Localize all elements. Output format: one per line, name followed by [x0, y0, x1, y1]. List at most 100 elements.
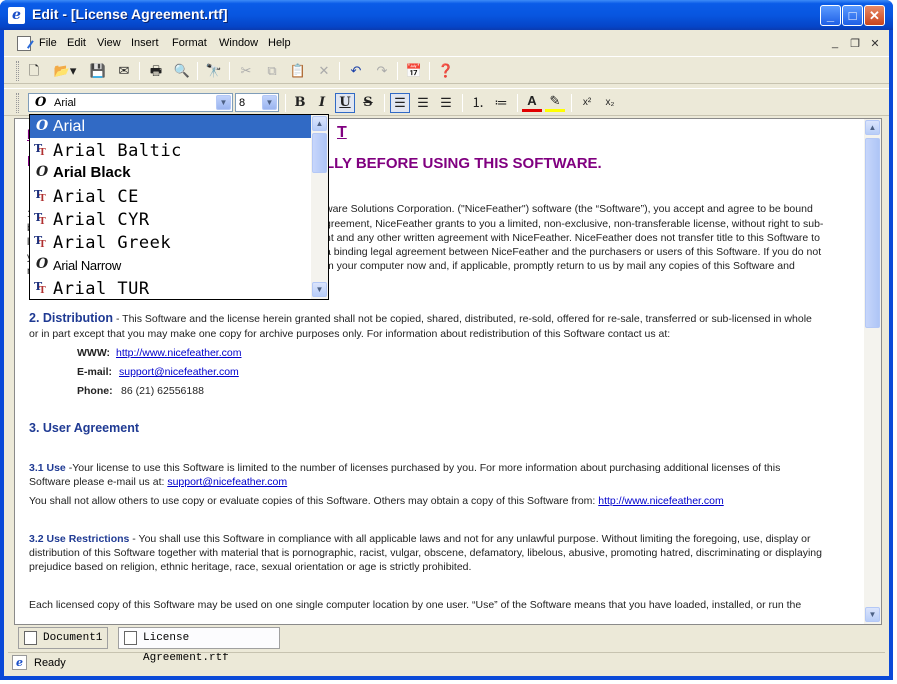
font-option-arial[interactable]: O Arial — [30, 115, 311, 138]
help-icon[interactable]: ❓ — [436, 61, 456, 81]
new-icon[interactable]: 🗋 — [24, 61, 44, 81]
sec2-heading: 2. Distribution — [29, 311, 114, 325]
toolbar-separator — [339, 62, 340, 80]
sec2-line2: or in part except that you may make one … — [29, 328, 671, 340]
font-name-combobox[interactable]: O Arial ▼ — [28, 93, 233, 112]
document-tabs: Document1 License Agreement.rtf — [14, 627, 882, 664]
scroll-up-icon[interactable]: ▲ — [312, 116, 327, 131]
font-option-arial-greek[interactable]: TT Arial Greek — [30, 230, 311, 253]
font-option-arial-ce[interactable]: TT Arial CE — [30, 184, 311, 207]
tab-label: Document1 — [43, 632, 103, 644]
align-center-icon[interactable]: ☰ — [413, 93, 433, 113]
subscript-icon[interactable]: x₂ — [600, 93, 620, 113]
find-icon[interactable]: 🔭 — [204, 61, 224, 81]
title-bar[interactable]: e Edit - [License Agreement.rtf] _ □ ✕ — [0, 0, 893, 30]
menu-insert[interactable]: Insert — [131, 37, 159, 49]
font-option-arial-cyr[interactable]: TT Arial CYR — [30, 207, 311, 230]
sec31-website-link[interactable]: http://www.nicefeather.com — [598, 495, 723, 507]
truetype-icon: T — [39, 286, 46, 296]
app-icon[interactable]: e — [8, 7, 25, 24]
toolbar-separator — [384, 94, 385, 112]
underline-icon[interactable]: U — [335, 93, 355, 113]
final-para: Each licensed copy of this Software may … — [29, 599, 802, 611]
menu-format[interactable]: Format — [172, 37, 207, 49]
toolbar-grip[interactable] — [16, 61, 19, 81]
standard-toolbar: 🗋 📂▾ 💾 ✉ 🖶 🔍 🔭 ✂ ⧉ 📋 ✕ ↶ ↷ 📅 ❓ — [4, 56, 889, 84]
tab-document1[interactable]: Document1 — [18, 627, 108, 649]
menu-window[interactable]: Window — [219, 37, 258, 49]
sec31-para: 3.1 Use -Your license to use this Softwa… — [29, 461, 780, 476]
mdi-restore-button[interactable]: ❐ — [847, 37, 863, 51]
print-preview-icon[interactable]: 🔍 — [172, 61, 192, 81]
font-option-arial-narrow[interactable]: O Arial Narrow — [30, 253, 311, 276]
sec31-email-link[interactable]: support@nicefeather.com — [167, 476, 287, 488]
font-size-combobox[interactable]: 8 ▼ — [235, 93, 279, 112]
toolbar-separator — [197, 62, 198, 80]
email-icon[interactable]: ✉ — [114, 61, 134, 81]
open-icon[interactable]: 📂▾ — [50, 61, 80, 81]
sec1-line5: m your computer now and, if applicable, … — [325, 260, 795, 272]
font-dropdown-list[interactable]: O Arial TT Arial Baltic O Arial Black TT… — [29, 114, 329, 300]
menu-help[interactable]: Help — [268, 37, 291, 49]
copy-icon[interactable]: ⧉ — [262, 61, 282, 81]
close-button[interactable]: ✕ — [864, 5, 885, 26]
menu-file[interactable]: File — [39, 37, 57, 49]
www-link[interactable]: http://www.nicefeather.com — [116, 346, 241, 361]
toolbar-separator — [517, 94, 518, 112]
bold-icon[interactable]: B — [290, 93, 310, 113]
font-option-label: Arial CYR — [53, 210, 150, 230]
print-icon[interactable]: 🖶 — [146, 61, 166, 81]
italic-icon[interactable]: I — [312, 93, 332, 113]
email-link[interactable]: support@nicefeather.com — [119, 365, 239, 380]
vertical-scrollbar[interactable]: ▲ ▼ — [864, 119, 881, 624]
undo-icon[interactable]: ↶ — [346, 61, 366, 81]
phone-value: 86 (21) 62556188 — [121, 385, 204, 397]
date-time-icon[interactable]: 📅 — [404, 61, 424, 81]
toolbar-separator — [462, 94, 463, 112]
minimize-button[interactable]: _ — [820, 5, 841, 26]
scroll-thumb[interactable] — [312, 133, 327, 173]
sec32-heading: 3.2 Use Restrictions — [29, 533, 130, 545]
chevron-down-icon[interactable]: ▼ — [262, 95, 277, 110]
toolbar-grip[interactable] — [16, 93, 19, 113]
cut-icon[interactable]: ✂ — [236, 61, 256, 81]
chevron-down-icon[interactable]: ▼ — [216, 95, 231, 110]
font-option-label: Arial Narrow — [53, 258, 121, 273]
font-option-arial-black[interactable]: O Arial Black — [30, 161, 311, 184]
mdi-minimize-button[interactable]: _ — [827, 37, 843, 51]
bulleted-list-icon[interactable]: ≔ — [491, 93, 511, 113]
scroll-down-icon[interactable]: ▼ — [312, 282, 327, 297]
redo-icon[interactable]: ↷ — [372, 61, 392, 81]
align-right-icon[interactable]: ☰ — [436, 93, 456, 113]
font-option-arial-tur[interactable]: TT Arial TUR — [30, 276, 311, 299]
dropdown-scrollbar[interactable]: ▲ ▼ — [311, 115, 328, 299]
scroll-up-icon[interactable]: ▲ — [865, 120, 880, 135]
mdi-close-button[interactable]: ✕ — [867, 37, 883, 51]
scroll-thumb[interactable] — [865, 138, 880, 328]
tab-license-agreement[interactable]: License Agreement.rtf — [118, 627, 280, 664]
align-left-icon[interactable]: ☰ — [390, 93, 410, 113]
sec31-line2-wrap: Software please e-mail us at: support@ni… — [29, 475, 287, 490]
sec31-line3: You shall not allow others to use copy o… — [29, 495, 599, 507]
window-title: Edit - [License Agreement.rtf] — [32, 6, 228, 22]
font-option-label: Arial Baltic — [53, 141, 182, 161]
menu-edit[interactable]: Edit — [67, 37, 86, 49]
highlight-icon[interactable]: ✎ — [545, 93, 565, 112]
document-icon[interactable] — [17, 36, 31, 51]
numbered-list-icon[interactable]: ⒈ — [468, 93, 488, 113]
font-option-arial-baltic[interactable]: TT Arial Baltic — [30, 138, 311, 161]
status-bar: e Ready — [8, 652, 885, 672]
truetype-icon: T — [39, 217, 46, 227]
sec3-heading: 3. User Agreement — [29, 421, 139, 435]
document-icon — [124, 631, 137, 645]
font-color-icon[interactable]: A — [522, 93, 542, 112]
save-icon[interactable]: 💾 — [88, 61, 108, 81]
scroll-down-icon[interactable]: ▼ — [865, 607, 880, 622]
maximize-button[interactable]: □ — [842, 5, 863, 26]
superscript-icon[interactable]: x² — [577, 93, 597, 113]
strikethrough-icon[interactable]: S — [358, 93, 378, 113]
menu-view[interactable]: View — [97, 37, 121, 49]
delete-icon[interactable]: ✕ — [314, 61, 334, 81]
paste-icon[interactable]: 📋 — [288, 61, 308, 81]
status-text: Ready — [34, 657, 66, 669]
